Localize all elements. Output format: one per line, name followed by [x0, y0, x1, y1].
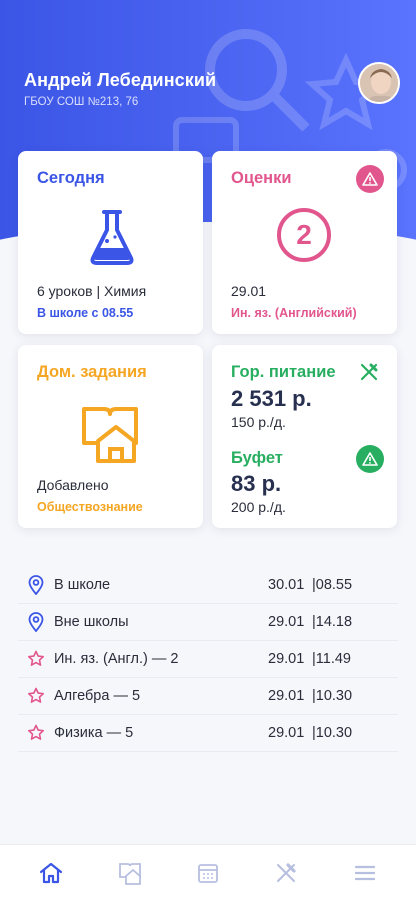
event-label: Вне школы — [54, 614, 129, 630]
homework-title: Дом. задания — [37, 363, 147, 381]
calendar-icon — [198, 863, 218, 883]
user-school: ГБОУ СОШ №213, 76 — [24, 96, 139, 108]
homework-icon — [118, 862, 141, 885]
event-label: В школе — [54, 577, 111, 593]
tab-calendar[interactable] — [184, 849, 232, 897]
event-time: |08.55 — [312, 577, 353, 593]
homework-icon — [82, 407, 138, 463]
tab-homework[interactable] — [106, 849, 154, 897]
tab-food[interactable] — [262, 849, 310, 897]
meal-per-day: 150 р./д. — [231, 414, 286, 430]
list-item[interactable]: Алгебра — 5 29.01 |10.30 — [18, 678, 398, 715]
location-pin-icon — [18, 575, 54, 595]
buffet-warning-icon[interactable] — [356, 445, 384, 473]
event-date: 29.01 — [268, 688, 305, 704]
list-item[interactable]: Физика — 5 29.01 |10.30 — [18, 715, 398, 752]
flask-icon — [90, 210, 134, 265]
event-time: |10.30 — [312, 725, 353, 741]
event-time: |10.30 — [312, 688, 353, 704]
event-label: Алгебра — 5 — [54, 688, 141, 704]
buffet-per-day: 200 р./д. — [231, 499, 286, 515]
today-lessons: 6 уроков | Химия — [37, 283, 147, 299]
buffet-title: Буфет — [231, 449, 283, 467]
food-icon — [277, 862, 296, 882]
buffet-amount: 83 р. — [231, 471, 282, 496]
homework-card[interactable]: Дом. задания Добавлено Обществознание — [18, 345, 203, 528]
tab-menu[interactable] — [341, 849, 389, 897]
event-date: 29.01 — [268, 614, 305, 630]
list-item[interactable]: В школе 30.01 |08.55 — [18, 567, 398, 604]
grade-subject: Ин. яз. (Английский) — [231, 306, 357, 320]
bottom-tab-bar — [0, 844, 416, 900]
food-card[interactable]: Гор. питание 2 531 р. 150 р./д. Буфет 83… — [212, 345, 397, 528]
today-card[interactable]: Сегодня 6 уроков | Химия В школе с 08.55 — [18, 151, 203, 334]
tab-home[interactable] — [27, 849, 75, 897]
menu-icon — [354, 865, 375, 880]
event-label: Физика — 5 — [54, 725, 134, 741]
avatar[interactable] — [358, 62, 400, 104]
grade-value: 2 — [296, 219, 312, 250]
grades-card[interactable]: Оценки 2 29.01 Ин. яз. (Английский) — [212, 151, 397, 334]
cutlery-icon — [360, 363, 378, 381]
home-icon — [40, 862, 63, 883]
meal-amount: 2 531 р. — [231, 386, 312, 411]
star-icon — [18, 724, 54, 742]
today-title: Сегодня — [37, 169, 105, 187]
meal-title: Гор. питание — [231, 363, 336, 381]
list-item[interactable]: Вне школы 29.01 |14.18 — [18, 604, 398, 641]
grades-title: Оценки — [231, 169, 292, 187]
list-item[interactable]: Ин. яз. (Англ.) — 2 29.01 |11.49 — [18, 641, 398, 678]
event-date: 29.01 — [268, 651, 305, 667]
event-date: 30.01 — [268, 577, 305, 593]
star-icon — [18, 687, 54, 705]
homework-subject: Обществознание — [37, 500, 143, 514]
homework-status: Добавлено — [37, 477, 109, 493]
warning-icon[interactable] — [356, 165, 384, 193]
event-date: 29.01 — [268, 725, 305, 741]
events-list: В школе 30.01 |08.55 Вне школы 29.01 |14… — [18, 567, 398, 752]
event-time: |14.18 — [312, 614, 353, 630]
location-pin-icon — [18, 612, 54, 632]
grade-date: 29.01 — [231, 283, 267, 299]
today-status: В школе с 08.55 — [37, 306, 134, 320]
star-icon — [18, 650, 54, 668]
grade-circle: 2 — [277, 208, 331, 262]
event-label: Ин. яз. (Англ.) — 2 — [54, 651, 179, 667]
event-time: |11.49 — [312, 651, 351, 667]
user-name: Андрей Лебединский — [24, 70, 217, 90]
